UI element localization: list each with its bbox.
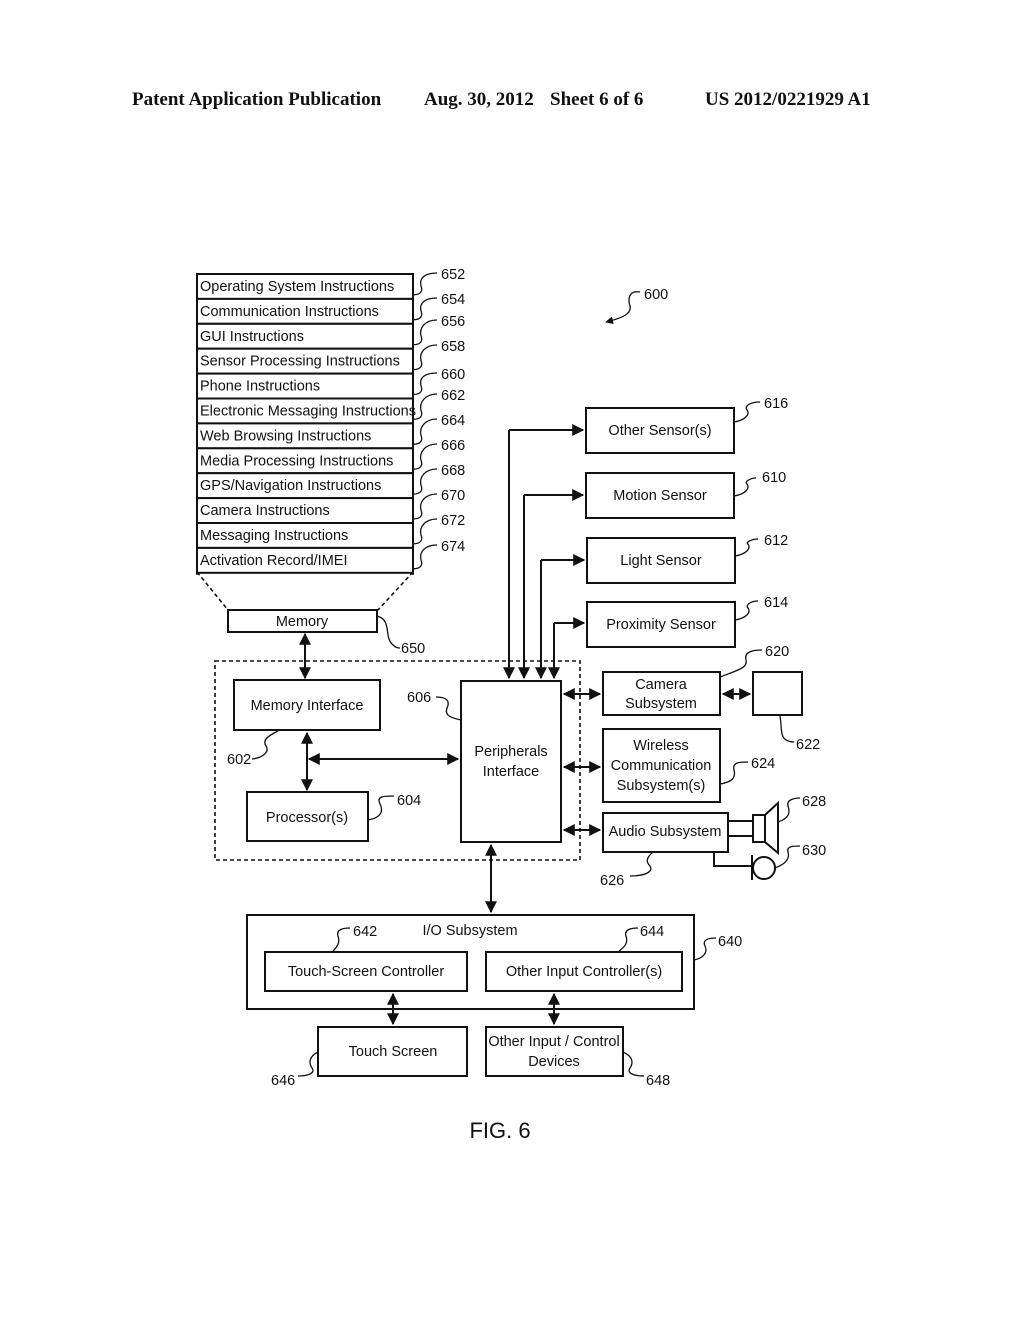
stack-row-ref: 666 [441, 438, 465, 454]
stack-row-label: Camera Instructions [200, 503, 330, 519]
stack-leader [412, 344, 438, 371]
memory-interface-block: Memory Interface 602 [227, 679, 381, 768]
memory-interface-label: Memory Interface [251, 698, 364, 714]
peripherals-label-line2: Interface [483, 764, 539, 780]
funnel-right [377, 571, 414, 611]
ref-604: 604 [397, 793, 421, 809]
stack-row-ref: 670 [441, 488, 465, 504]
audio-label: Audio Subsystem [609, 824, 722, 840]
ref-628: 628 [802, 794, 826, 810]
stack-row-label: Operating System Instructions [200, 279, 394, 295]
stack-row-label: Messaging Instructions [200, 528, 348, 544]
sensor-ref: 610 [762, 470, 786, 486]
ref-622: 622 [796, 737, 820, 753]
processor-label: Processor(s) [266, 810, 348, 826]
stack-row-ref: 658 [441, 339, 465, 355]
touch-screen-block: Touch Screen 646 [271, 1026, 468, 1089]
io-subsystem-block: I/O Subsystem 640 Touch-Screen Controlle… [246, 914, 742, 1010]
stack-row-label: GPS/Navigation Instructions [200, 478, 381, 494]
other-devices-block: Other Input / Control Devices 648 [485, 1026, 670, 1089]
stack-row-ref: 662 [441, 388, 465, 404]
stack-leader [412, 418, 438, 445]
stack-row-label: Phone Instructions [200, 379, 320, 395]
stack-row-label: Media Processing Instructions [200, 453, 393, 469]
camera-label-line2: Subsystem [625, 696, 697, 712]
io-label: I/O Subsystem [422, 923, 517, 939]
wireless-line2: Communication [611, 758, 712, 774]
sensor-leader [734, 600, 759, 621]
sensor-ref: 614 [764, 595, 788, 611]
stack-leader [412, 443, 438, 470]
other-controller-label: Other Input Controller(s) [506, 964, 662, 980]
ref-648: 648 [646, 1073, 670, 1089]
stack-row-ref: 660 [441, 367, 465, 383]
stack-row-ref: 656 [441, 314, 465, 330]
wireless-line1: Wireless [633, 738, 689, 754]
sensor-label: Light Sensor [620, 553, 702, 569]
optical-sensor-box [752, 671, 803, 716]
stack-row-label: Activation Record/IMEI [200, 553, 347, 569]
stack-leader [412, 297, 438, 321]
ref-640: 640 [718, 934, 742, 950]
stack-row-ref: 672 [441, 513, 465, 529]
stack-row-ref: 674 [441, 539, 465, 555]
other-devices-line2: Devices [528, 1054, 580, 1070]
stack-row-label: Web Browsing Instructions [200, 428, 371, 444]
wireless-line3: Subsystem(s) [617, 778, 706, 794]
microphone-icon: 630 [713, 843, 826, 880]
stack-row-label: GUI Instructions [200, 329, 304, 345]
ref-624: 624 [751, 756, 775, 772]
memory-block: Memory 650 [227, 609, 425, 657]
stack-row-ref: 664 [441, 413, 465, 429]
ref-620: 620 [765, 644, 789, 660]
sensor-group: Other Sensor(s) 616 Motion Sensor 610 Light … [503, 396, 788, 680]
figure-caption: FIG. 6 [469, 1118, 530, 1143]
sensor-label: Other Sensor(s) [608, 423, 711, 439]
ref-602: 602 [227, 752, 251, 768]
sensor-ref: 616 [764, 396, 788, 412]
figure-reference: 600 [605, 287, 668, 325]
stack-row-ref: 652 [441, 267, 465, 283]
stack-leader [412, 544, 438, 570]
stack-leader [412, 518, 438, 545]
other-devices-line1: Other Input / Control [488, 1034, 619, 1050]
sensor-label: Proximity Sensor [606, 617, 716, 633]
sensor-leader [733, 401, 761, 423]
funnel-left [196, 571, 229, 611]
sensor-ref: 612 [764, 533, 788, 549]
wireless-subsystem-block: Wireless Communication Subsystem(s) 624 [562, 728, 775, 803]
ref-600: 600 [644, 287, 668, 303]
processor-block: Processor(s) 604 [246, 791, 421, 842]
memory-label: Memory [276, 614, 329, 630]
touch-screen-label: Touch Screen [349, 1044, 438, 1060]
figure-6-diagram: 600 Operating System Instructions 652 Comm… [196, 267, 826, 1143]
ref-630: 630 [802, 843, 826, 859]
stack-leader [412, 493, 438, 520]
stack-leader [412, 319, 438, 346]
audio-subsystem-block: Audio Subsystem 626 628 630 [562, 794, 826, 889]
ref-646: 646 [271, 1073, 295, 1089]
memory-instruction-stack: Operating System Instructions 652 Communic… [196, 267, 465, 575]
stack-row-label: Electronic Messaging Instructions [200, 404, 416, 420]
sensor-label: Motion Sensor [613, 488, 707, 504]
ref-606: 606 [407, 690, 431, 706]
sensor-leader [733, 477, 757, 497]
touch-controller-label: Touch-Screen Controller [288, 964, 445, 980]
sensor-leader [734, 538, 759, 557]
stack-leader [412, 272, 438, 296]
camera-label-line1: Camera [635, 677, 688, 693]
ref-642: 642 [353, 924, 377, 940]
ref-644: 644 [640, 924, 664, 940]
stack-row-label: Sensor Processing Instructions [200, 354, 400, 370]
peripherals-label-line1: Peripherals [474, 744, 547, 760]
stack-leader [412, 372, 438, 396]
stack-row-label: Communication Instructions [200, 304, 379, 320]
stack-row-ref: 668 [441, 463, 465, 479]
stack-leader [412, 393, 438, 421]
peripherals-interface-block: Peripherals Interface 606 [407, 680, 562, 843]
ref-650: 650 [401, 641, 425, 657]
stack-leader [412, 468, 438, 495]
ref-626: 626 [600, 873, 624, 889]
stack-row-ref: 654 [441, 292, 465, 308]
